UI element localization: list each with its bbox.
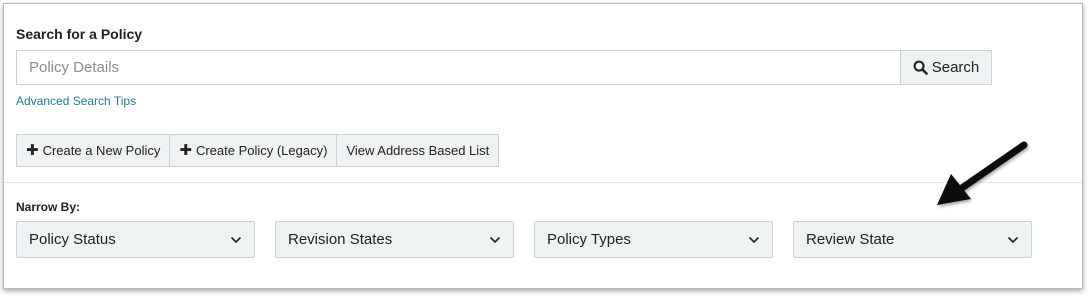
policy-search-input[interactable]	[16, 50, 900, 85]
search-button[interactable]: Search	[900, 50, 992, 85]
annotation-arrow	[937, 141, 1028, 205]
advanced-search-tips-link[interactable]: Advanced Search Tips	[16, 94, 136, 108]
policy-actions-group: ✚ Create a New Policy ✚ Create Policy (L…	[16, 134, 500, 167]
chevron-down-icon	[489, 236, 501, 243]
plus-icon: ✚	[26, 142, 39, 159]
view-address-based-list-button[interactable]: View Address Based List	[336, 134, 500, 167]
revision-states-label: Revision States	[288, 231, 393, 248]
chevron-down-icon	[230, 236, 242, 243]
policy-status-label: Policy Status	[29, 231, 116, 248]
narrow-by-label: Narrow By:	[16, 200, 81, 214]
chevron-down-icon	[1007, 236, 1019, 243]
policy-types-dropdown[interactable]: Policy Types	[534, 221, 773, 258]
plus-icon: ✚	[179, 142, 192, 159]
search-heading: Search for a Policy	[16, 26, 143, 42]
search-icon	[913, 60, 928, 75]
review-state-dropdown[interactable]: Review State	[793, 221, 1032, 258]
search-row: Search	[16, 50, 992, 85]
review-state-label: Review State	[806, 231, 895, 248]
section-divider	[4, 182, 1082, 183]
create-new-policy-button[interactable]: ✚ Create a New Policy	[16, 134, 171, 167]
chevron-down-icon	[748, 236, 760, 243]
create-policy-legacy-label: Create Policy (Legacy)	[195, 143, 328, 158]
search-button-label: Search	[931, 59, 980, 76]
view-address-based-list-label: View Address Based List	[346, 143, 490, 158]
create-policy-legacy-button[interactable]: ✚ Create Policy (Legacy)	[169, 134, 338, 167]
create-new-policy-label: Create a New Policy	[42, 143, 161, 158]
policy-types-label: Policy Types	[547, 231, 631, 248]
policy-search-panel: Search for a Policy Search Advanced Sear…	[3, 3, 1083, 289]
revision-states-dropdown[interactable]: Revision States	[275, 221, 514, 258]
policy-status-dropdown[interactable]: Policy Status	[16, 221, 255, 258]
